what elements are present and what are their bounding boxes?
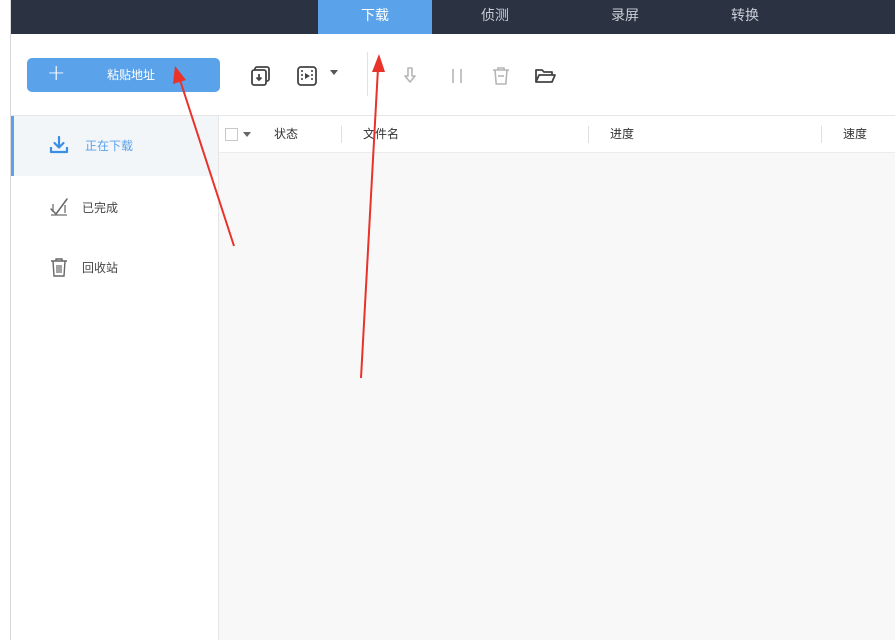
download-icon xyxy=(49,135,69,154)
toolbar: + 粘贴地址 xyxy=(11,34,895,116)
tab-convert[interactable]: 转换 xyxy=(688,0,802,34)
window-left-border xyxy=(0,0,11,640)
column-header-filename[interactable]: 文件名 xyxy=(363,116,399,153)
sidebar-item-label: 回收站 xyxy=(82,261,119,275)
table-header: 状态 文件名 进度 速度 xyxy=(219,116,895,153)
column-header-speed[interactable]: 速度 xyxy=(843,116,867,153)
sidebar-item-label: 已完成 xyxy=(82,201,119,215)
tab-download[interactable]: 下载 xyxy=(318,0,432,34)
tab-record[interactable]: 录屏 xyxy=(568,0,682,34)
sidebar-item-label: 正在下载 xyxy=(85,139,134,153)
sidebar-item-downloading[interactable]: 正在下载 xyxy=(11,116,218,176)
column-header-progress[interactable]: 进度 xyxy=(610,116,634,153)
select-options-caret[interactable] xyxy=(243,132,251,137)
sidebar-item-recycle-bin[interactable]: 回收站 xyxy=(11,238,218,298)
column-divider xyxy=(341,126,342,143)
sidebar: 正在下载 已完成 回收站 xyxy=(11,116,219,640)
column-divider xyxy=(821,126,822,143)
select-all-checkbox[interactable] xyxy=(225,128,238,141)
plus-icon: + xyxy=(47,61,66,86)
toolbar-separator xyxy=(367,52,368,96)
column-header-status[interactable]: 状态 xyxy=(274,116,298,153)
paste-url-label: 粘贴地址 xyxy=(107,68,156,82)
column-divider xyxy=(588,126,589,143)
video-download-icon[interactable] xyxy=(295,64,319,88)
delete-icon[interactable] xyxy=(489,64,513,88)
check-icon xyxy=(50,198,68,216)
paste-url-button[interactable]: + 粘贴地址 xyxy=(27,58,220,92)
pause-icon[interactable] xyxy=(445,64,469,88)
trash-icon xyxy=(51,258,67,277)
tab-detect[interactable]: 侦测 xyxy=(438,0,552,34)
open-folder-icon[interactable] xyxy=(533,64,557,88)
batch-download-icon[interactable] xyxy=(249,64,273,88)
video-download-dropdown-caret[interactable] xyxy=(330,70,338,75)
top-nav-bar: 下载 侦测 录屏 转换 xyxy=(11,0,895,34)
download-list: 状态 文件名 进度 速度 xyxy=(219,116,895,640)
sidebar-item-completed[interactable]: 已完成 xyxy=(11,178,218,238)
start-download-icon[interactable] xyxy=(398,64,422,88)
